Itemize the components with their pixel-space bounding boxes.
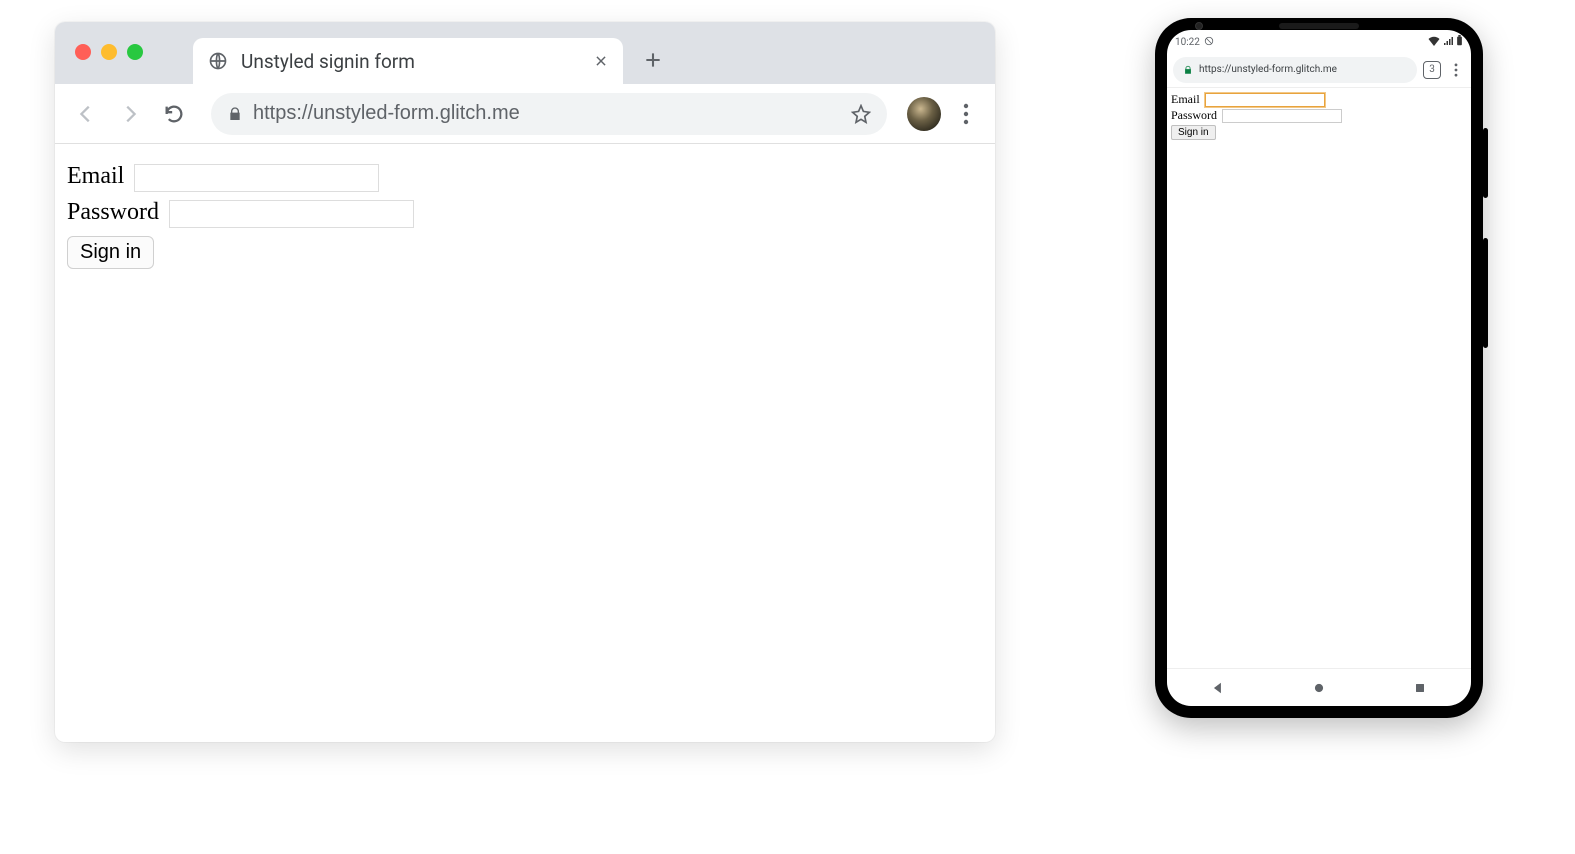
forward-button[interactable] <box>113 97 147 131</box>
star-icon[interactable] <box>851 104 871 124</box>
status-time: 10:22 <box>1175 37 1200 48</box>
phone-screen: 10:22 htt <box>1167 30 1471 706</box>
lock-icon <box>227 106 243 122</box>
password-label: Password <box>67 199 159 225</box>
mobile-url: https://unstyled-form.glitch.me <box>1199 64 1337 75</box>
new-tab-button[interactable] <box>633 40 673 80</box>
mobile-signin-button[interactable]: Sign in <box>1171 125 1216 140</box>
mobile-menu-button[interactable] <box>1447 63 1465 77</box>
url-input[interactable] <box>253 102 841 125</box>
window-close-button[interactable] <box>75 44 91 60</box>
globe-icon <box>207 50 229 72</box>
window-controls <box>75 44 143 60</box>
reload-button[interactable] <box>157 97 191 131</box>
profile-avatar[interactable] <box>907 97 941 131</box>
email-label: Email <box>67 163 124 189</box>
page-content: Email Password Sign in <box>55 144 995 283</box>
phone-power-button <box>1483 128 1488 198</box>
mobile-password-input[interactable] <box>1222 109 1342 123</box>
status-bar: 10:22 <box>1167 30 1471 52</box>
android-home-button[interactable] <box>1311 680 1327 696</box>
phone-camera <box>1195 22 1203 30</box>
email-input[interactable] <box>134 164 379 192</box>
signin-button[interactable]: Sign in <box>67 236 154 269</box>
mobile-address-bar[interactable]: https://unstyled-form.glitch.me <box>1173 57 1417 83</box>
window-minimize-button[interactable] <box>101 44 117 60</box>
tab-switcher-button[interactable]: 3 <box>1423 61 1441 79</box>
android-back-button[interactable] <box>1210 680 1226 696</box>
android-recents-button[interactable] <box>1412 680 1428 696</box>
mobile-page-content: Email Password Sign in <box>1167 88 1471 668</box>
close-icon[interactable] <box>593 53 609 69</box>
tab-count-value: 3 <box>1429 64 1435 75</box>
battery-icon <box>1456 35 1463 49</box>
tab-strip: Unstyled signin form <box>55 22 995 84</box>
mobile-email-label: Email <box>1171 92 1200 106</box>
android-phone: 10:22 htt <box>1155 18 1483 718</box>
mobile-password-label: Password <box>1171 108 1217 122</box>
phone-speaker <box>1279 23 1359 29</box>
wifi-icon <box>1428 36 1440 49</box>
android-nav-bar <box>1167 668 1471 706</box>
menu-button[interactable] <box>951 97 981 131</box>
address-bar[interactable] <box>211 93 887 135</box>
do-not-disturb-icon <box>1204 36 1214 49</box>
phone-volume-button <box>1483 238 1488 348</box>
mobile-email-input[interactable] <box>1205 93 1325 107</box>
window-maximize-button[interactable] <box>127 44 143 60</box>
lock-icon <box>1183 65 1193 75</box>
browser-toolbar <box>55 84 995 144</box>
back-button[interactable] <box>69 97 103 131</box>
browser-tab[interactable]: Unstyled signin form <box>193 38 623 84</box>
desktop-chrome-window: Unstyled signin form <box>55 22 995 742</box>
mobile-toolbar: https://unstyled-form.glitch.me 3 <box>1167 52 1471 88</box>
tab-title: Unstyled signin form <box>241 50 581 73</box>
signal-icon <box>1443 36 1453 49</box>
password-input[interactable] <box>169 200 414 228</box>
